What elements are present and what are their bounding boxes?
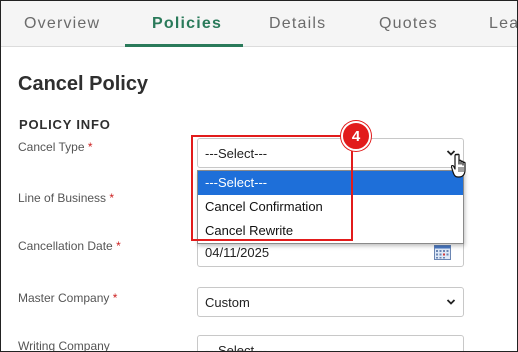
tab-details[interactable]: Details xyxy=(269,15,326,33)
cancellation-date-label: Cancellation Date * xyxy=(18,239,121,253)
section-heading: POLICY INFO xyxy=(19,117,111,132)
master-company-value: Custom xyxy=(205,294,250,310)
annotation-step-badge: 4 xyxy=(341,121,371,151)
cancel-type-label: Cancel Type * xyxy=(18,140,93,154)
page-title: Cancel Policy xyxy=(18,73,149,95)
writing-company-value: ---Select--- xyxy=(205,343,268,352)
tab-leads[interactable]: Lea xyxy=(489,15,517,33)
hand-cursor-icon xyxy=(451,153,466,178)
calendar-icon[interactable] xyxy=(434,245,451,260)
writing-company-label: Writing Company xyxy=(18,339,110,352)
tab-policies[interactable]: Policies xyxy=(152,15,222,33)
tab-bar: Overview Policies Details Quotes Lea xyxy=(1,1,517,47)
required-marker: * xyxy=(87,140,93,154)
required-marker: * xyxy=(109,191,115,205)
active-tab-indicator xyxy=(125,44,243,47)
required-marker: * xyxy=(112,291,118,305)
required-marker: * xyxy=(116,239,121,253)
tab-overview[interactable]: Overview xyxy=(24,15,100,33)
app-window: Overview Policies Details Quotes Lea Can… xyxy=(0,0,518,352)
tab-quotes[interactable]: Quotes xyxy=(379,15,438,33)
chevron-down-icon xyxy=(446,299,456,305)
line-of-business-label: Line of Business * xyxy=(18,191,115,205)
cancellation-date-value: 04/11/2025 xyxy=(205,244,270,260)
master-company-label: Master Company * xyxy=(18,291,118,305)
annotation-highlight-box xyxy=(191,135,353,241)
master-company-select[interactable]: Custom xyxy=(197,287,464,317)
writing-company-select[interactable]: ---Select--- xyxy=(197,335,464,352)
